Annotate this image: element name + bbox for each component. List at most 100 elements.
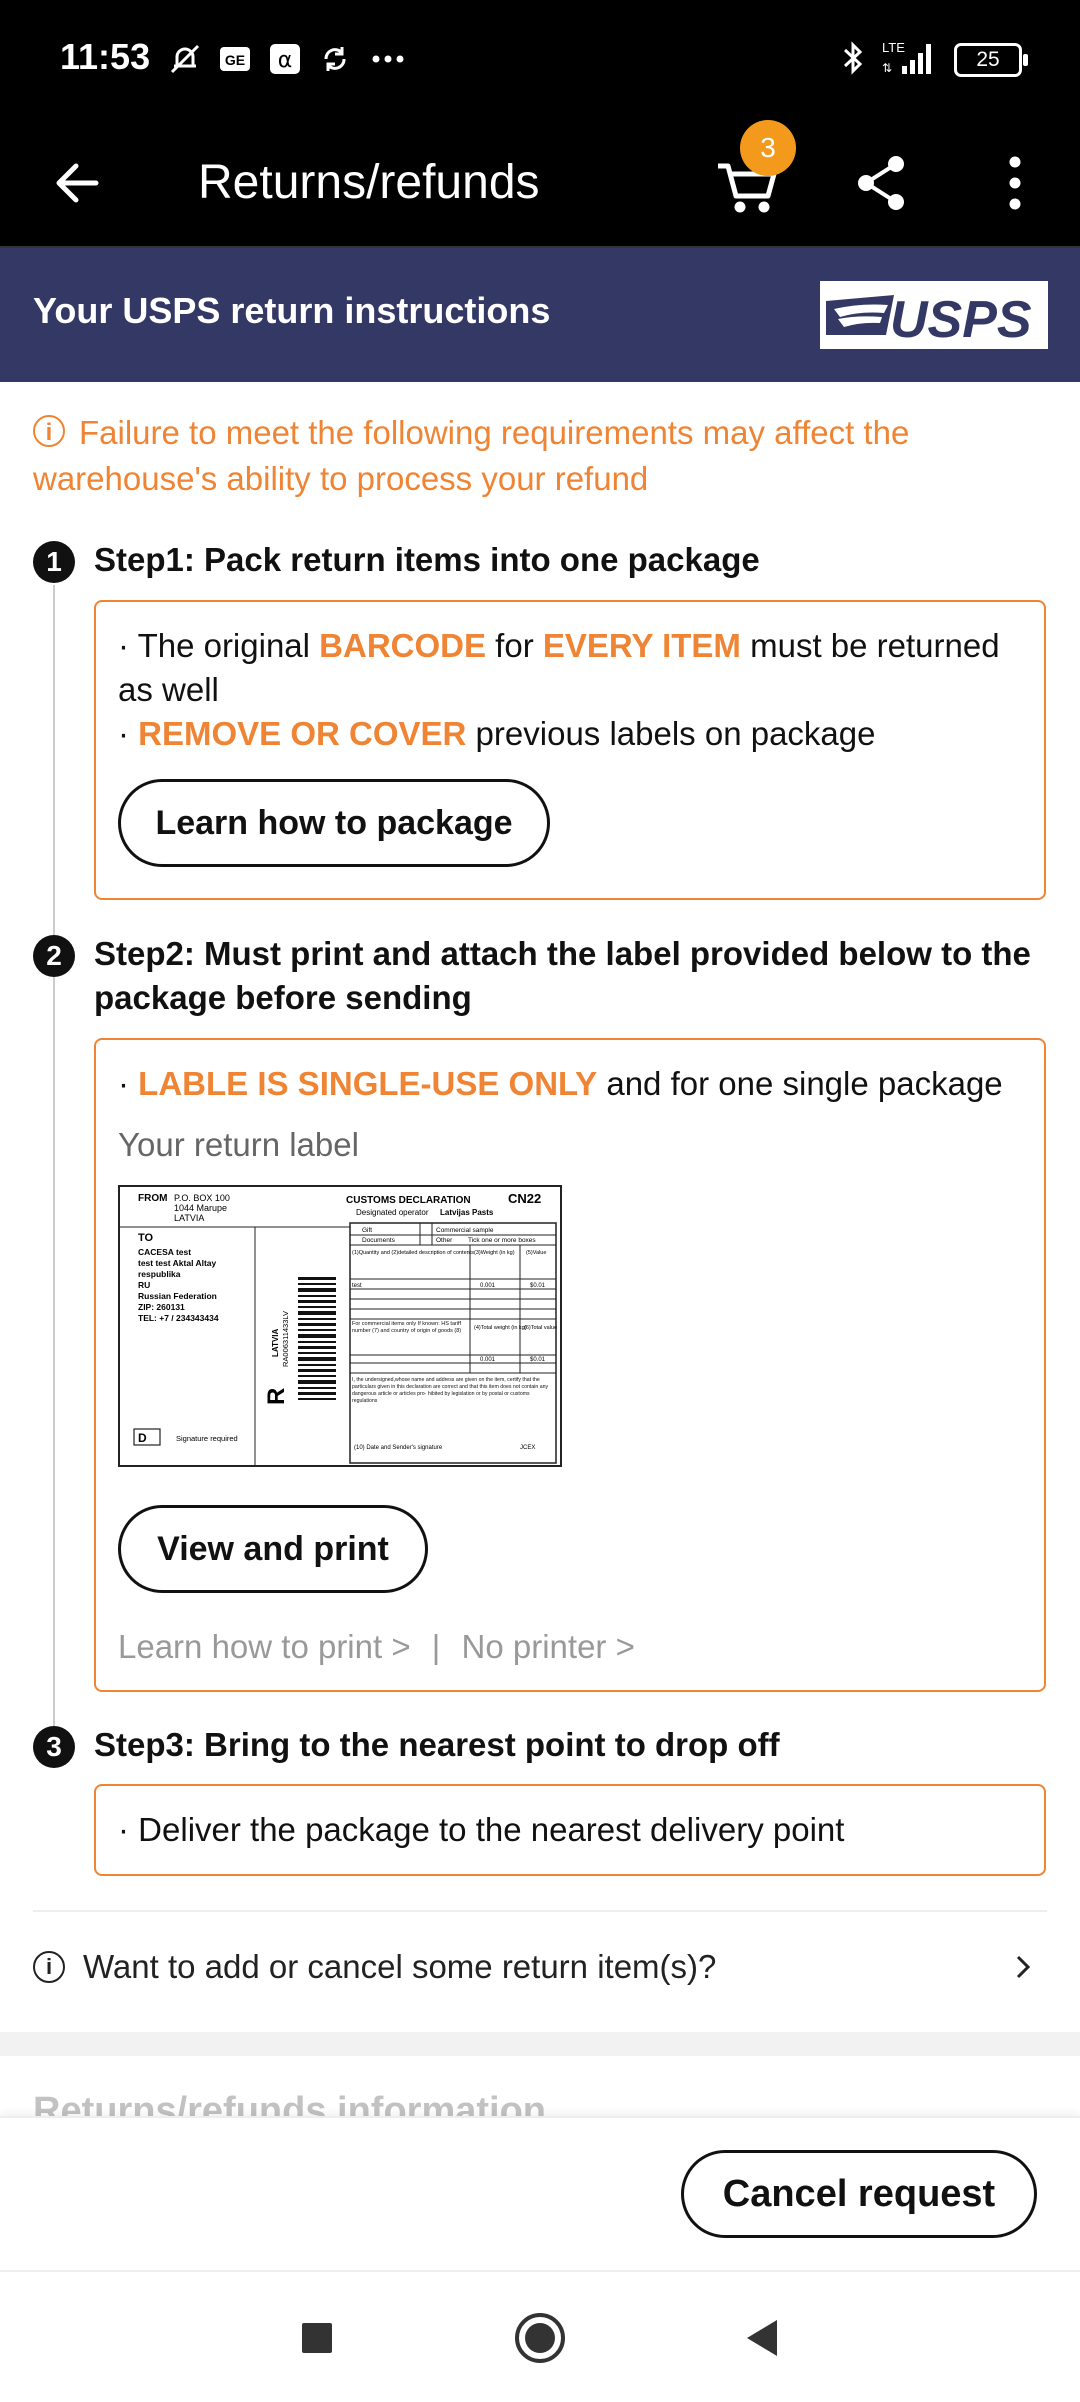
refund-warning: i Failure to meet the following requireme… [33, 410, 1043, 502]
step-2-title: Step2: Must print and attach the label p… [94, 935, 1031, 1016]
svg-text:Gift: Gift [362, 1227, 372, 1234]
battery-indicator: 25 [954, 43, 1028, 77]
recents-square-icon [302, 2323, 332, 2353]
home-button[interactable] [512, 2310, 568, 2366]
status-notification-icons: GE α [168, 38, 408, 80]
page-title: Returns/refunds [198, 156, 540, 209]
svg-text:$0.01: $0.01 [530, 1357, 546, 1363]
network-type-label: LTE [882, 40, 905, 55]
usps-logo: USPS [820, 281, 1048, 349]
svg-text:CUSTOMS DECLARATION: CUSTOMS DECLARATION [346, 1195, 471, 1206]
more-vertical-icon [1009, 156, 1021, 210]
bluetooth-icon [840, 40, 866, 81]
system-navigation-bar [0, 2270, 1080, 2402]
svg-text:Russian Federation: Russian Federation [138, 1291, 217, 1301]
link-separator: | [431, 1628, 441, 1665]
back-arrow-icon [56, 163, 99, 203]
step-1-bullet-labels: · REMOVE OR COVER previous labels on pac… [118, 715, 876, 752]
chevron-right-icon [1016, 1955, 1031, 1979]
recents-button[interactable] [289, 2310, 345, 2366]
alpha-app-icon: α [268, 42, 302, 76]
step-1-title: Step1: Pack return items into one packag… [94, 541, 760, 578]
usps-banner: Your USPS return instructions USPS [0, 248, 1080, 382]
bottom-action-bar: Cancel request [0, 2116, 1080, 2270]
svg-text:0.001: 0.001 [480, 1283, 496, 1289]
svg-text:(5)Value: (5)Value [526, 1250, 546, 1256]
more-options-button[interactable] [990, 152, 1040, 214]
banner-title: Your USPS return instructions [33, 290, 551, 331]
signal-icon: LTE ⇅ [880, 38, 940, 83]
svg-text:(4)Total weight (in kg): (4)Total weight (in kg) [474, 1325, 527, 1331]
step-1-box: · The original BARCODE for EVERY ITEM mu… [94, 600, 1046, 900]
svg-text:Commercial sample: Commercial sample [436, 1227, 494, 1234]
step-3-box: · Deliver the package to the nearest del… [94, 1784, 1046, 1876]
steps-timeline-line [53, 585, 55, 1745]
refund-info-section-title: Returns/refunds information [33, 2090, 547, 2120]
section-separator [0, 2032, 1080, 2056]
add-cancel-items-row[interactable]: i Want to add or cancel some return item… [33, 1932, 1047, 2002]
svg-text:Latvijas Pasts: Latvijas Pasts [440, 1208, 494, 1217]
sync-icon [318, 42, 352, 76]
svg-text:(6)Total value: (6)Total value [524, 1325, 557, 1331]
divider [33, 1910, 1047, 1912]
cart-count-badge: 3 [740, 120, 796, 176]
back-button[interactable] [48, 153, 108, 213]
svg-text:Tick one or more boxes: Tick one or more boxes [468, 1237, 536, 1244]
print-help-links: Learn how to print > | No printer > [118, 1628, 647, 1666]
learn-print-link[interactable]: Learn how to print > [118, 1628, 411, 1665]
svg-text:LATVIA: LATVIA [174, 1213, 204, 1223]
ge-icon: GE [218, 42, 252, 76]
svg-text:D: D [138, 1431, 147, 1445]
label-to: TO [138, 1232, 154, 1244]
step-2-number: 2 [33, 935, 75, 977]
mute-bell-icon [168, 42, 202, 76]
add-cancel-text: Want to add or cancel some return item(s… [83, 1948, 717, 1985]
battery-level: 25 [976, 48, 1000, 71]
share-icon [858, 156, 904, 210]
status-system-icons: LTE ⇅ 25 [840, 38, 1028, 83]
svg-text:R: R [263, 1388, 290, 1405]
svg-text:Signature required: Signature required [176, 1434, 238, 1443]
svg-text:test test Aktal Altay: test test Aktal Altay [138, 1258, 217, 1268]
svg-text:test: test [352, 1283, 362, 1289]
step-3-title: Step3: Bring to the nearest point to dro… [94, 1726, 780, 1763]
learn-package-button[interactable]: Learn how to package [118, 779, 550, 867]
no-printer-link[interactable]: No printer > [462, 1628, 635, 1665]
return-label-image[interactable]: FROM P.O. BOX 100 1044 Marupe LATVIA TO … [118, 1185, 562, 1467]
svg-text:Documents: Documents [362, 1237, 396, 1244]
info-icon: i [33, 1951, 65, 1983]
svg-text:JCEX: JCEX [520, 1445, 535, 1451]
svg-text:Designated operator: Designated operator [356, 1208, 429, 1217]
svg-text:1044 Marupe: 1044 Marupe [174, 1203, 227, 1213]
svg-text:⇅: ⇅ [882, 61, 892, 75]
svg-text:LATVIA: LATVIA [271, 1328, 280, 1357]
step-1-bullet-barcode: · The original BARCODE for EVERY ITEM mu… [118, 627, 1000, 708]
more-notifications-icon [368, 42, 408, 76]
svg-text:GE: GE [225, 52, 245, 68]
return-label-caption: Your return label [118, 1126, 359, 1163]
view-print-button[interactable]: View and print [118, 1505, 428, 1593]
step-3-bullet: · Deliver the package to the nearest del… [118, 1811, 845, 1848]
svg-text:α: α [278, 48, 293, 73]
home-circle-icon [515, 2313, 565, 2363]
back-nav-button[interactable] [735, 2310, 791, 2366]
svg-text:(3)Weight (in kg): (3)Weight (in kg) [474, 1250, 515, 1256]
cancel-request-button[interactable]: Cancel request [681, 2150, 1037, 2238]
status-bar: 11:53 GE α LTE ⇅ 25 [0, 0, 1080, 120]
app-bar: Returns/refunds 3 [0, 120, 1080, 248]
svg-text:ZIP: 260131: ZIP: 260131 [138, 1302, 185, 1312]
svg-text:Other: Other [436, 1237, 453, 1244]
svg-text:respublika: respublika [138, 1269, 181, 1279]
svg-text:CACESA test: CACESA test [138, 1247, 191, 1257]
step-2-box: · LABLE IS SINGLE-USE ONLY and for one s… [94, 1038, 1046, 1692]
warning-info-icon: i [33, 415, 65, 447]
status-time: 11:53 [60, 36, 151, 77]
svg-text:0.001: 0.001 [480, 1357, 496, 1363]
svg-text:$0.01: $0.01 [530, 1283, 546, 1289]
svg-text:(1)Quantity and (2)detailed de: (1)Quantity and (2)detailed description … [352, 1250, 474, 1256]
svg-text:TEL: +7 / 234343434: TEL: +7 / 234343434 [138, 1313, 219, 1323]
share-button[interactable] [852, 152, 912, 214]
step-1-number: 1 [33, 541, 75, 583]
usps-logo-text: USPS [890, 291, 1032, 349]
svg-text:CN22: CN22 [508, 1191, 541, 1206]
